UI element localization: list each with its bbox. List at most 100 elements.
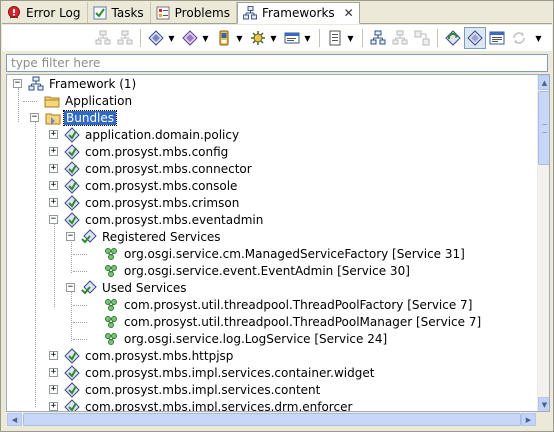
tree-node-label: com.prosyst.mbs.connector	[85, 161, 252, 176]
remote-application-icon	[251, 31, 265, 45]
remote-application-button[interactable]	[247, 27, 269, 49]
tree-guide-line	[73, 305, 87, 306]
close-icon[interactable]: ✕	[343, 6, 355, 20]
sync-button[interactable]	[508, 27, 530, 49]
vertical-scrollbar[interactable]: ▲ ▼	[537, 75, 549, 411]
expand-icon[interactable]: +	[49, 385, 58, 394]
expand-icon[interactable]: +	[49, 368, 58, 377]
collapse-icon[interactable]: −	[66, 232, 75, 241]
tree-node-framework[interactable]: − Framework (1)	[13, 75, 138, 92]
tree-node-label: com.prosyst.util.threadpool.ThreadPoolMa…	[124, 314, 482, 329]
tree-node-service[interactable]: org.osgi.service.event.EventAdmin [Servi…	[103, 262, 412, 279]
tree-node-bundle[interactable]: + com.prosyst.mbs.impl.services.drm.enfo…	[49, 398, 354, 411]
mobile-device-icon	[219, 30, 229, 46]
view-menu-button[interactable]	[281, 27, 303, 49]
chevron-down-icon[interactable]: ▼	[269, 34, 278, 43]
tree-node-service[interactable]: org.osgi.service.log.LogService [Service…	[103, 330, 389, 347]
tree-node-service[interactable]: org.osgi.service.cm.ManagedServiceFactor…	[103, 245, 467, 262]
filter-input[interactable]	[6, 54, 548, 72]
tree-node-bundle[interactable]: + com.prosyst.mbs.crimson	[49, 194, 241, 211]
collapse-icon[interactable]: −	[49, 215, 58, 224]
expand-icon[interactable]: +	[49, 351, 58, 360]
used-services-icon	[81, 279, 97, 296]
expand-icon[interactable]: +	[49, 164, 58, 173]
tree-node-label: application.domain.policy	[85, 127, 240, 142]
expand-icon[interactable]: +	[49, 198, 58, 207]
registered-services-icon	[81, 228, 97, 245]
tree-node-label: org.osgi.service.log.LogService [Service…	[124, 331, 388, 346]
disconnect-framework-button[interactable]	[114, 27, 136, 49]
tree-node-bundle[interactable]: + com.prosyst.mbs.config	[49, 143, 230, 160]
chevron-down-icon[interactable]: ▼	[201, 34, 210, 43]
tree-node-label: com.prosyst.mbs.config	[85, 144, 229, 159]
bundles-folder-icon	[45, 110, 61, 126]
refresh-services-button[interactable]	[442, 27, 464, 49]
expand-icon[interactable]: +	[49, 402, 58, 411]
tree-node-bundle[interactable]: + com.prosyst.mbs.httpjsp	[49, 347, 235, 364]
tab-problems-label: Problems	[174, 5, 230, 20]
scroll-up-icon[interactable]: ▲	[538, 75, 549, 90]
scroll-right-icon[interactable]: ▶	[521, 413, 536, 426]
install-bundle-button[interactable]	[145, 27, 167, 49]
tree-node-service[interactable]: com.prosyst.util.threadpool.ThreadPoolMa…	[103, 313, 483, 330]
chevron-down-icon[interactable]: ▼	[235, 34, 244, 43]
service-icon	[103, 263, 119, 279]
refresh-services-icon	[445, 30, 461, 46]
horizontal-scroll-thumb[interactable]	[23, 413, 521, 426]
chevron-down-icon[interactable]: ▼	[346, 34, 355, 43]
show-bundle-ids-icon	[467, 30, 483, 46]
tree-node-used-services[interactable]: − Used Services	[66, 279, 188, 296]
view-toolbar: ▼ ▼ ▼ ▼ ▼ ▼ ▼	[2, 25, 552, 51]
tree-node-bundle-expanded[interactable]: − com.prosyst.mbs.eventadmin	[49, 211, 265, 228]
collapse-icon[interactable]: −	[13, 79, 22, 88]
tree-guide-line	[23, 101, 37, 102]
show-bundles-button[interactable]	[367, 27, 389, 49]
scroll-down-icon[interactable]: ▼	[538, 397, 549, 411]
tree-node-bundle[interactable]: + com.prosyst.mbs.impl.services.containe…	[49, 364, 376, 381]
collapse-icon[interactable]: −	[66, 283, 75, 292]
tree-node-bundle[interactable]: + com.prosyst.mbs.console	[49, 177, 239, 194]
service-icon	[103, 331, 119, 347]
horizontal-scrollbar[interactable]: ◀ ▶	[6, 412, 536, 426]
start-bundle-button[interactable]	[179, 27, 201, 49]
properties-button[interactable]	[324, 27, 346, 49]
tree-node-service[interactable]: com.prosyst.util.threadpool.ThreadPoolFa…	[103, 296, 474, 313]
tab-tasks[interactable]: Tasks	[88, 2, 151, 23]
tree-node-label: Registered Services	[102, 229, 221, 244]
framework-icon	[28, 76, 44, 92]
chevron-down-icon[interactable]: ▼	[303, 34, 312, 43]
expand-icon[interactable]: +	[49, 181, 58, 190]
tab-tasks-label: Tasks	[111, 5, 144, 20]
expand-icon[interactable]: +	[49, 130, 58, 139]
tree-node-label: com.prosyst.mbs.console	[85, 178, 238, 193]
tasks-icon	[92, 5, 108, 21]
tree-node-label: Used Services	[102, 280, 187, 295]
tree-node-bundles[interactable]: − Bundles	[30, 109, 118, 126]
tree-node-label: org.osgi.service.event.EventAdmin [Servi…	[124, 263, 410, 278]
tab-frameworks[interactable]: Frameworks ✕	[236, 2, 360, 24]
connect-framework-button[interactable]	[92, 27, 114, 49]
connect-framework-icon	[95, 30, 111, 45]
tab-error-log[interactable]: Error Log	[2, 2, 88, 23]
tab-problems[interactable]: Problems	[151, 2, 237, 23]
view-menu-chevron-icon[interactable]: ▼	[534, 34, 543, 43]
vertical-scroll-thumb[interactable]	[538, 91, 549, 165]
tree-node-registered-services[interactable]: − Registered Services	[66, 228, 223, 245]
tree-node-application[interactable]: Application	[44, 92, 134, 109]
scroll-left-icon[interactable]: ◀	[7, 413, 22, 426]
tree-guide-line	[71, 291, 72, 341]
collapse-icon[interactable]: −	[30, 113, 39, 122]
console-button[interactable]	[486, 27, 508, 49]
mobile-device-button[interactable]	[213, 27, 235, 49]
show-packages-button[interactable]	[389, 27, 411, 49]
show-services-button[interactable]	[411, 27, 433, 49]
tree-node-bundle[interactable]: + application.domain.policy	[49, 126, 241, 143]
show-bundle-ids-button[interactable]	[464, 27, 486, 49]
tree-guide-line	[18, 88, 19, 122]
chevron-down-icon[interactable]: ▼	[167, 34, 176, 43]
tree-node-bundle[interactable]: + com.prosyst.mbs.connector	[49, 160, 254, 177]
tree-node-bundle[interactable]: + com.prosyst.mbs.impl.services.content	[49, 381, 322, 398]
bundle-icon	[64, 211, 80, 228]
bundle-icon	[64, 364, 80, 381]
expand-icon[interactable]: +	[49, 147, 58, 156]
